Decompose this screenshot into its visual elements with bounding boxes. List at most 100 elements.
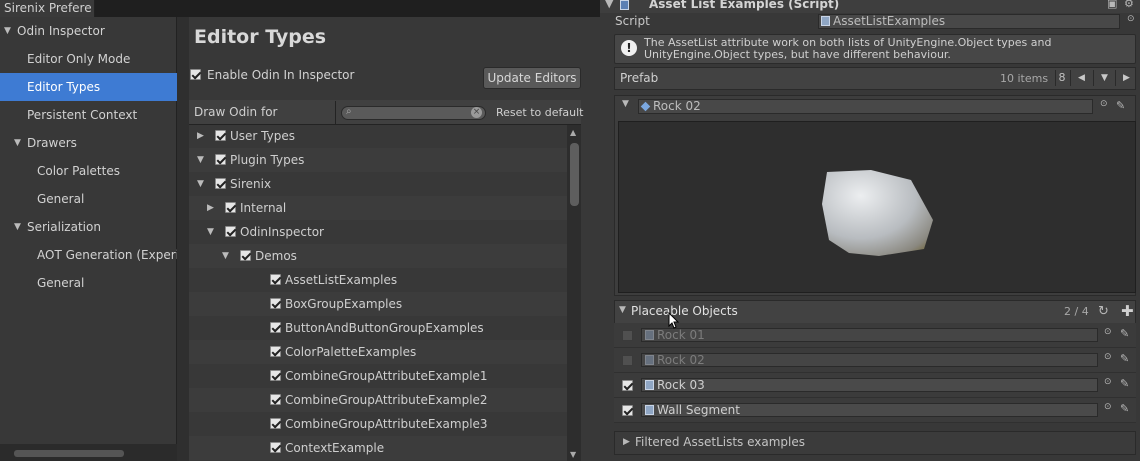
type-checkbox[interactable] xyxy=(270,442,281,453)
type-list-row[interactable]: AssetListExamples xyxy=(189,268,567,292)
type-list-row[interactable]: CombineGroupAttributeExample3 xyxy=(189,412,567,436)
foldout-arrow-icon[interactable]: ▼ xyxy=(619,305,626,315)
type-checkbox[interactable] xyxy=(215,154,226,165)
type-list-row[interactable]: ▼ OdinInspector xyxy=(189,220,567,244)
type-checkbox[interactable] xyxy=(240,250,251,261)
type-label: ButtonAndButtonGroupExamples xyxy=(285,321,484,335)
tree-item[interactable]: ▼ Drawers xyxy=(0,129,177,157)
object-picker-icon[interactable]: ⊙ xyxy=(1100,99,1108,109)
type-list-row[interactable]: ▶ Internal xyxy=(189,196,567,220)
next-page-icon[interactable]: ▶ xyxy=(1115,70,1137,86)
type-label: User Types xyxy=(230,129,295,143)
placeable-object-field[interactable]: Rock 03 xyxy=(641,378,1098,392)
type-list-row[interactable]: ▼ Demos xyxy=(189,244,567,268)
type-checkbox[interactable] xyxy=(270,346,281,357)
type-list-row[interactable]: ▶ User Types xyxy=(189,125,567,148)
type-list-row[interactable]: BoxGroupExamples xyxy=(189,292,567,316)
prefab-object-field[interactable]: Rock 02 xyxy=(638,99,1093,114)
type-checkbox[interactable] xyxy=(270,418,281,429)
tree-item[interactable]: Color Palettes xyxy=(0,157,177,185)
type-checkbox[interactable] xyxy=(270,322,281,333)
placeable-object-field[interactable]: Rock 02 xyxy=(641,353,1098,367)
type-checkbox[interactable] xyxy=(225,202,236,213)
scroll-down-icon[interactable]: ▼ xyxy=(570,450,576,459)
reset-to-default-button[interactable]: Reset to default xyxy=(496,106,583,119)
add-icon[interactable]: ✚ xyxy=(1121,302,1134,320)
foldout-arrow-icon[interactable]: ▼ xyxy=(622,99,629,109)
type-checkbox[interactable] xyxy=(270,274,281,285)
edit-pencil-icon[interactable]: ✎ xyxy=(1120,377,1129,390)
placeable-object-field[interactable]: Wall Segment xyxy=(641,403,1098,417)
tree-item[interactable]: General xyxy=(0,269,177,297)
foldout-arrow-icon[interactable]: ▼ xyxy=(605,0,613,10)
refresh-icon[interactable]: ↻ xyxy=(1098,304,1109,319)
placeable-object-field[interactable]: Rock 01 xyxy=(641,328,1098,342)
placeable-checkbox[interactable] xyxy=(622,355,633,366)
info-icon: ! xyxy=(621,40,637,56)
expand-arrow-icon[interactable]: ▶ xyxy=(197,125,204,148)
tree-item[interactable]: Persistent Context xyxy=(0,101,177,129)
update-editors-button[interactable]: Update Editors xyxy=(483,67,581,89)
tree-item-label: AOT Generation (Experin xyxy=(37,248,177,262)
tree-item[interactable]: ▼ Serialization xyxy=(0,213,177,241)
expand-arrow-icon[interactable]: ▼ xyxy=(14,129,21,157)
type-checkbox[interactable] xyxy=(225,226,236,237)
type-list-row[interactable]: ▼ Sirenix xyxy=(189,172,567,196)
edit-pencil-icon[interactable]: ✎ xyxy=(1116,99,1125,112)
object-picker-icon[interactable]: ⊙ xyxy=(1104,327,1112,337)
type-list-row[interactable]: ContextExample xyxy=(189,436,567,460)
type-checkbox[interactable] xyxy=(215,130,226,141)
tree-item[interactable]: Editor Types xyxy=(0,73,177,101)
search-input[interactable] xyxy=(341,106,486,120)
edit-pencil-icon[interactable]: ✎ xyxy=(1120,327,1129,340)
foldout-arrow-icon[interactable]: ▶ xyxy=(623,437,630,447)
scrollbar-thumb[interactable] xyxy=(570,143,579,206)
edit-pencil-icon[interactable]: ✎ xyxy=(1120,402,1129,415)
type-checkbox[interactable] xyxy=(270,298,281,309)
prefab-label: Prefab xyxy=(620,71,659,85)
expand-arrow-icon[interactable]: ▼ xyxy=(4,17,11,45)
type-checkbox[interactable] xyxy=(270,370,281,381)
expand-arrow-icon[interactable]: ▼ xyxy=(197,148,204,172)
tree-item[interactable]: General xyxy=(0,185,177,213)
type-list-row[interactable]: ButtonAndButtonGroupExamples xyxy=(189,316,567,340)
object-picker-icon[interactable]: ⊙ xyxy=(1104,377,1112,387)
clear-search-icon[interactable]: × xyxy=(471,107,482,118)
enable-odin-checkbox[interactable] xyxy=(190,69,201,80)
object-picker-icon[interactable]: ⊙ xyxy=(1127,14,1135,24)
help-book-icon[interactable]: ▣ xyxy=(1107,0,1117,10)
type-list-row[interactable]: CombineGroupAttributeExample1 xyxy=(189,364,567,388)
prefab-object-value: Rock 02 xyxy=(653,99,701,113)
expand-arrow-icon[interactable]: ▶ xyxy=(207,196,214,220)
window-tab[interactable]: Sirenix Prefere xyxy=(0,0,95,17)
expand-arrow-icon[interactable]: ▼ xyxy=(222,244,229,268)
type-list-row[interactable]: ColorPaletteExamples xyxy=(189,340,567,364)
placeable-checkbox[interactable] xyxy=(622,405,633,416)
tree-item-label: Drawers xyxy=(27,136,77,150)
script-object-field[interactable]: AssetListExamples xyxy=(818,14,1120,29)
expand-arrow-icon[interactable]: ▼ xyxy=(14,213,21,241)
object-picker-icon[interactable]: ⊙ xyxy=(1104,352,1112,362)
panel-splitter[interactable] xyxy=(177,17,189,461)
type-checkbox[interactable] xyxy=(215,178,226,189)
page-number[interactable]: 8 xyxy=(1055,70,1068,86)
type-label: OdinInspector xyxy=(240,225,324,239)
page-dropdown-icon[interactable]: ▼ xyxy=(1093,70,1115,86)
editor-type-list: ▶ User Types ▼ Plugin Types ▼ Sirenix ▶ Interna… xyxy=(189,125,567,461)
tree-item[interactable]: AOT Generation (Experin xyxy=(0,241,177,269)
previous-page-icon[interactable]: ◀ xyxy=(1070,70,1092,86)
expand-arrow-icon[interactable]: ▼ xyxy=(197,172,204,196)
placeable-checkbox[interactable] xyxy=(622,330,633,341)
tree-item[interactable]: ▼ Odin Inspector xyxy=(0,17,177,45)
placeable-checkbox[interactable] xyxy=(622,380,633,391)
object-picker-icon[interactable]: ⊙ xyxy=(1104,402,1112,412)
tree-scrollbar-thumb[interactable] xyxy=(14,450,124,457)
component-settings-icon[interactable]: ⚙ xyxy=(1124,0,1134,10)
type-checkbox[interactable] xyxy=(270,394,281,405)
expand-arrow-icon[interactable]: ▼ xyxy=(207,220,214,244)
edit-pencil-icon[interactable]: ✎ xyxy=(1120,352,1129,365)
tree-item[interactable]: Editor Only Mode xyxy=(0,45,177,73)
type-list-row[interactable]: ▼ Plugin Types xyxy=(189,148,567,172)
type-list-row[interactable]: CombineGroupAttributeExample2 xyxy=(189,388,567,412)
scroll-up-icon[interactable]: ▲ xyxy=(570,128,576,137)
